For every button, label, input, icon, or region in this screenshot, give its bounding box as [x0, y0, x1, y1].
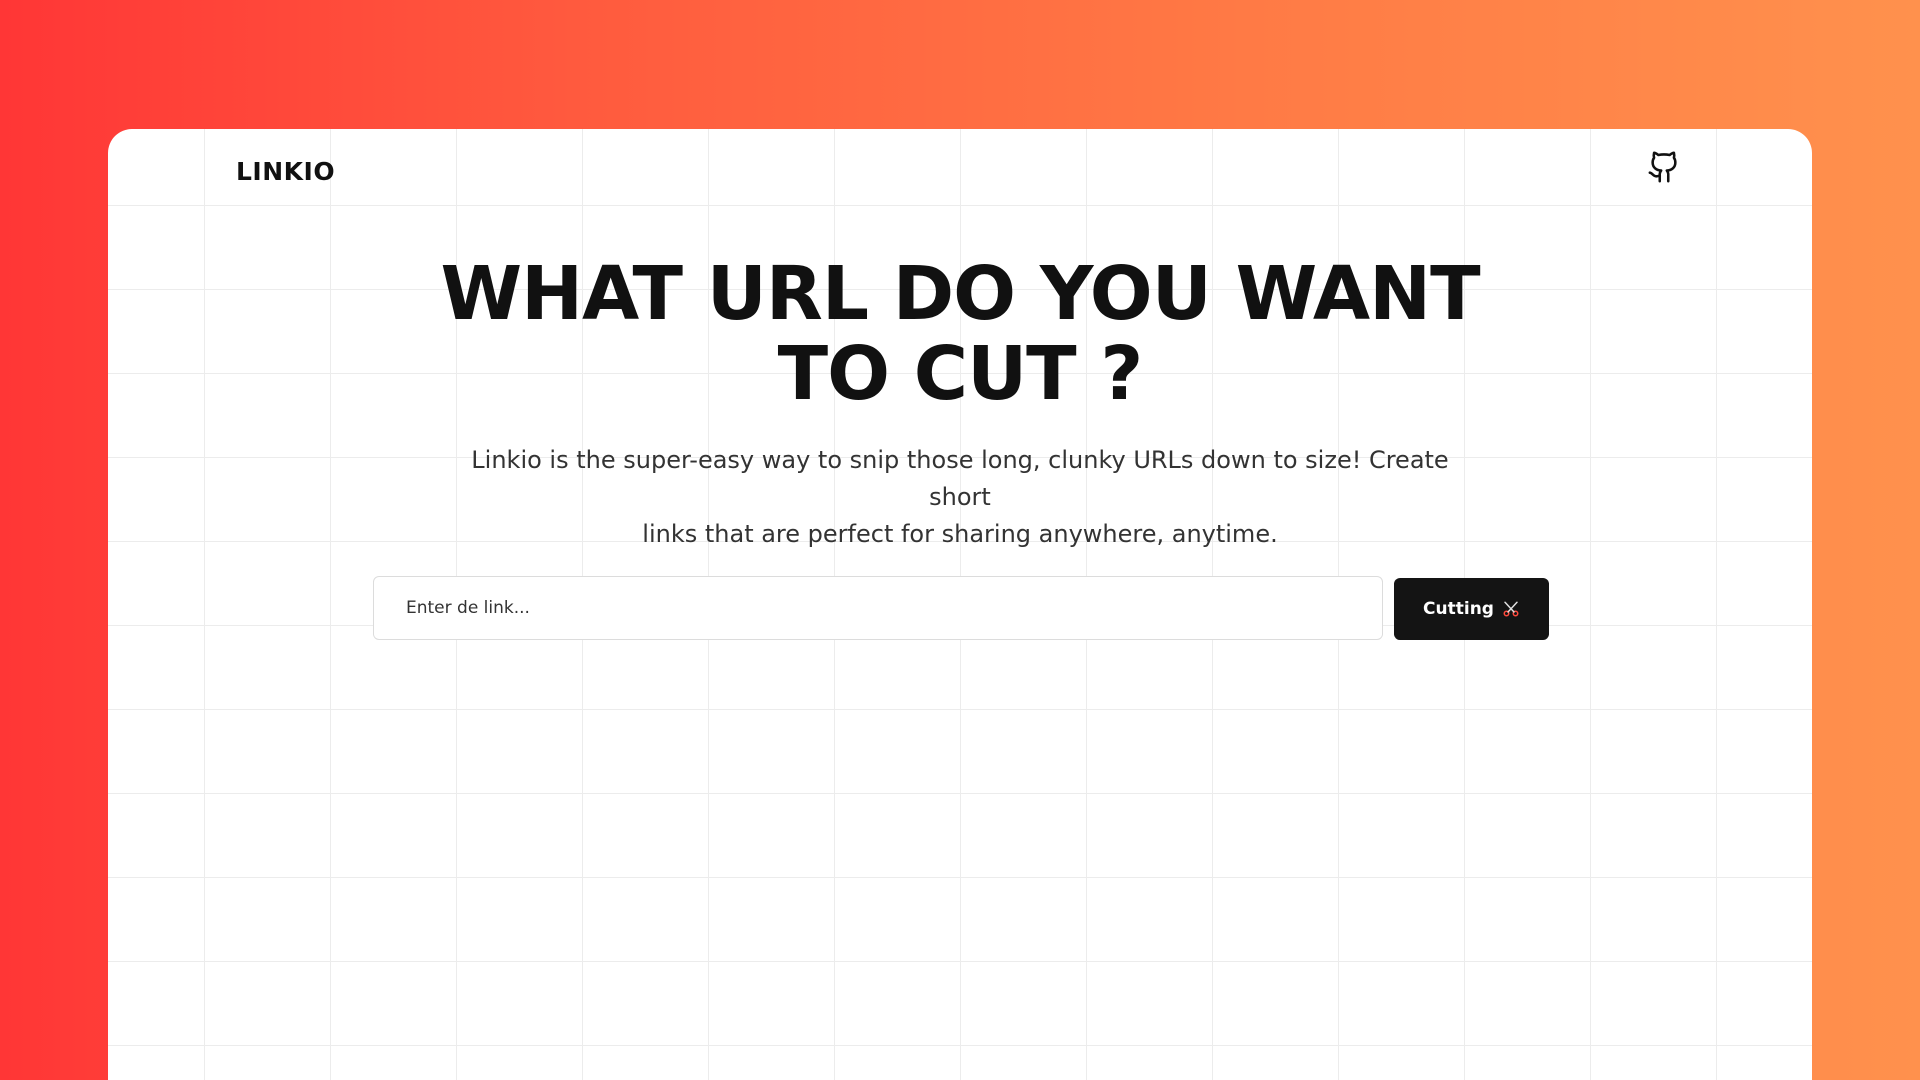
hero-section: WHAT URL DO YOU WANT TO CUT ? Linkio is …: [108, 254, 1812, 553]
link-input[interactable]: [373, 576, 1383, 640]
github-link[interactable]: [1644, 149, 1684, 189]
cutting-button[interactable]: Cutting: [1394, 578, 1549, 640]
navbar: LINKIO: [108, 129, 1812, 213]
github-icon: [1647, 150, 1681, 188]
page-subtitle-line-1: Linkio is the super-easy way to snip tho…: [471, 446, 1449, 511]
page-subtitle: Linkio is the super-easy way to snip tho…: [455, 442, 1465, 553]
app-window: LINKIO WHAT URL DO YOU WANT TO CUT ? Lin…: [108, 129, 1812, 1080]
logo[interactable]: LINKIO: [236, 157, 335, 186]
page-subtitle-line-2: links that are perfect for sharing anywh…: [642, 520, 1278, 548]
shorten-form: Cutting: [373, 576, 1549, 642]
cutting-button-label: Cutting: [1423, 599, 1494, 619]
page-title: WHAT URL DO YOU WANT TO CUT ?: [430, 254, 1490, 414]
page-title-line-1: WHAT URL DO YOU WANT: [440, 251, 1480, 337]
scissors-icon: [1502, 600, 1520, 618]
page-title-line-2: TO CUT ?: [777, 331, 1144, 417]
